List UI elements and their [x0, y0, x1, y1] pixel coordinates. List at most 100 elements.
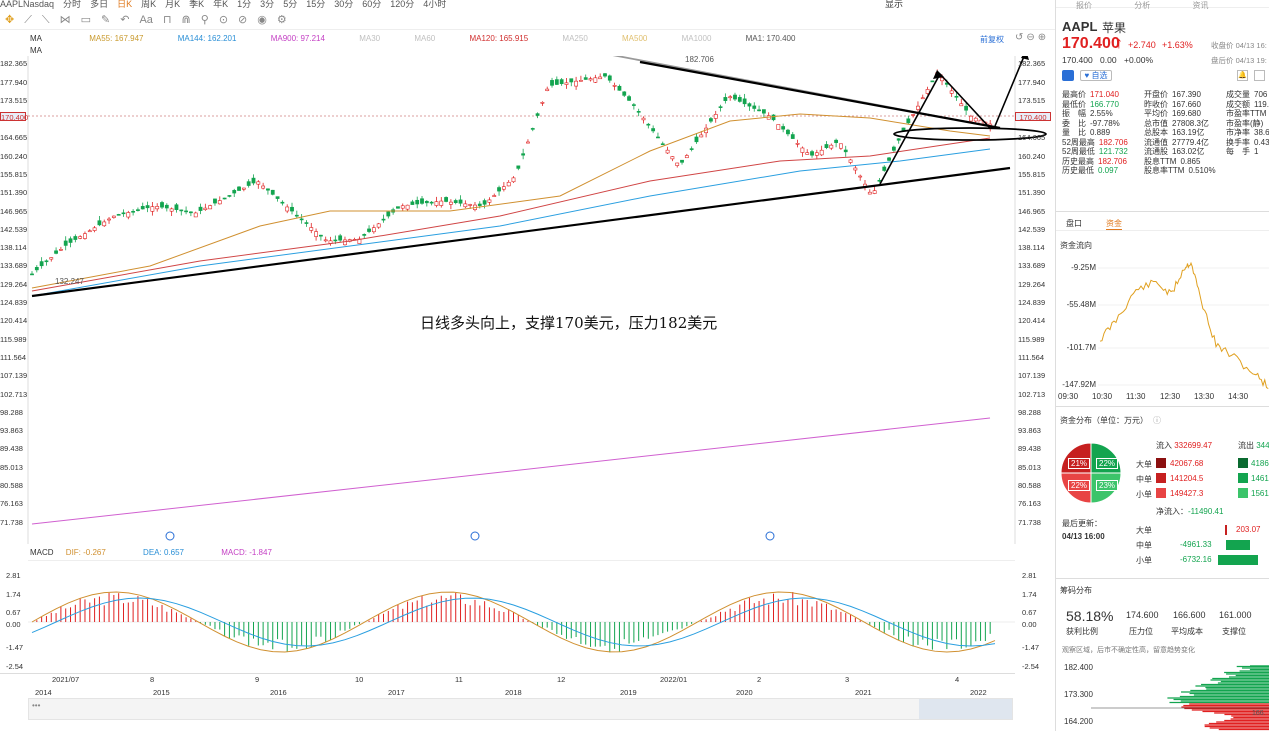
more-icon[interactable]: [1254, 70, 1265, 81]
settings-icon[interactable]: ⚙: [277, 13, 287, 26]
candle: [501, 186, 506, 190]
period-tab[interactable]: 1分: [237, 0, 251, 9]
chart-controls[interactable]: ↺⊖⊕: [1015, 32, 1049, 43]
event-marker-icon: [470, 531, 480, 541]
current-price-tag-left: 170.400: [0, 112, 29, 122]
period-tab[interactable]: 120分: [390, 0, 414, 9]
stat-row: 历史最高 182.706: [1062, 157, 1147, 167]
add-watchlist-button[interactable]: ♥ 自选: [1080, 70, 1112, 81]
price-tick: 124.839: [0, 298, 28, 307]
net-row-value: -6732.16: [1180, 555, 1212, 564]
parallel-icon[interactable]: ⊓: [163, 13, 172, 26]
ma-label[interactable]: MA: [30, 34, 42, 43]
candle: [193, 212, 198, 218]
price-tick: 160.240: [1018, 151, 1046, 161]
period-tab[interactable]: 60分: [362, 0, 381, 9]
macd-tick: 0.67: [1022, 608, 1037, 617]
candle: [612, 85, 617, 87]
stat-value: 0.43: [1254, 137, 1269, 147]
time-tick: 8: [150, 675, 155, 684]
range-window[interactable]: [919, 699, 1012, 719]
support-trendline: [31, 166, 1011, 298]
tab-orderbook[interactable]: 盘口: [1066, 218, 1082, 229]
macd-tick: -1.47: [1022, 643, 1040, 652]
candle: [371, 227, 376, 233]
stat-row: 52周最低 121.732: [1062, 147, 1147, 157]
candle: [713, 114, 718, 119]
candle: [54, 250, 58, 254]
lock-icon[interactable]: ⊙: [219, 13, 228, 26]
candle: [675, 162, 680, 166]
candle: [579, 80, 583, 82]
candlestick-chart[interactable]: [0, 56, 1055, 544]
period-tab[interactable]: 季K: [189, 0, 204, 9]
price-tick: 93.863: [1018, 426, 1041, 436]
period-tab[interactable]: 多日: [90, 0, 108, 9]
ma2-label[interactable]: MA: [30, 46, 42, 55]
ray-icon[interactable]: ⟍: [42, 14, 50, 27]
period-tab[interactable]: 5分: [283, 0, 297, 9]
stat-value: 182.706: [1098, 156, 1127, 166]
fund-flow-chart[interactable]: [1056, 250, 1269, 400]
pie-label: 22%: [1096, 458, 1119, 469]
candle: [867, 191, 872, 195]
info-icon[interactable]: ⓘ: [1153, 415, 1161, 426]
macd-label[interactable]: MACD: [30, 548, 54, 557]
period-tab[interactable]: 15分: [306, 0, 325, 9]
line-icon[interactable]: ⟋: [24, 14, 32, 27]
candle: [203, 207, 208, 210]
period-tab[interactable]: 年K: [213, 0, 228, 9]
tab-quote[interactable]: 报价: [1076, 1, 1092, 10]
period-tab[interactable]: 分时: [63, 0, 81, 9]
period-tab[interactable]: 月K: [165, 0, 180, 9]
candle: [814, 152, 819, 156]
undo-icon[interactable]: ↶: [120, 13, 129, 26]
share-icon[interactable]: [1062, 70, 1074, 81]
period-tab[interactable]: AAPLNasdaq: [0, 0, 54, 9]
flow-x-tick: 11:30: [1126, 392, 1146, 401]
range-navigator[interactable]: •••: [28, 698, 1013, 720]
magnet-icon[interactable]: ⋒: [182, 13, 191, 26]
macd-chart[interactable]: [0, 560, 1055, 672]
crosshair-icon[interactable]: ✥: [5, 13, 14, 26]
candle: [651, 128, 656, 132]
candle: [737, 97, 742, 102]
net-row-label: 中单: [1136, 541, 1152, 550]
candle: [160, 202, 164, 208]
candle: [545, 88, 550, 92]
period-tab[interactable]: 30分: [334, 0, 353, 9]
restore-mode[interactable]: 前复权: [980, 34, 1004, 45]
display-menu[interactable]: 显示: [885, 0, 903, 9]
period-tab[interactable]: 日K: [117, 0, 132, 9]
range-handle[interactable]: •••: [32, 701, 40, 710]
candle: [458, 199, 463, 204]
candle: [34, 267, 39, 271]
candle: [853, 167, 858, 171]
delete-icon[interactable]: ⊘: [238, 13, 247, 26]
candle: [381, 218, 386, 221]
rect-icon[interactable]: ▭: [81, 13, 91, 26]
tab-analysis[interactable]: 分析: [1134, 1, 1150, 10]
price-tick: 129.264: [0, 279, 28, 289]
candle: [246, 181, 251, 186]
pin-icon[interactable]: ⚲: [201, 13, 209, 26]
tab-news[interactable]: 资讯: [1192, 1, 1208, 10]
ma250-label: MA250: [562, 34, 588, 43]
period-tab[interactable]: 4小时: [423, 0, 446, 9]
brush-icon[interactable]: ✎: [101, 13, 110, 26]
eye-icon[interactable]: ◉: [257, 13, 267, 26]
price-tick: 111.564: [1018, 352, 1044, 362]
candle: [829, 144, 834, 149]
candle: [959, 103, 964, 107]
candle: [858, 175, 863, 178]
stat-label: 流通股: [1144, 147, 1168, 156]
period-tab[interactable]: 周K: [141, 0, 156, 9]
bell-icon[interactable]: 🔔: [1237, 70, 1248, 81]
outflow-swatch: [1238, 488, 1248, 498]
after-change: 0.00: [1100, 55, 1117, 65]
period-tab[interactable]: 3分: [260, 0, 274, 9]
text-icon[interactable]: Aa: [139, 14, 152, 26]
fan-icon[interactable]: ⋈: [60, 13, 71, 26]
year-tick: 2014: [35, 688, 52, 697]
candle: [487, 199, 492, 203]
